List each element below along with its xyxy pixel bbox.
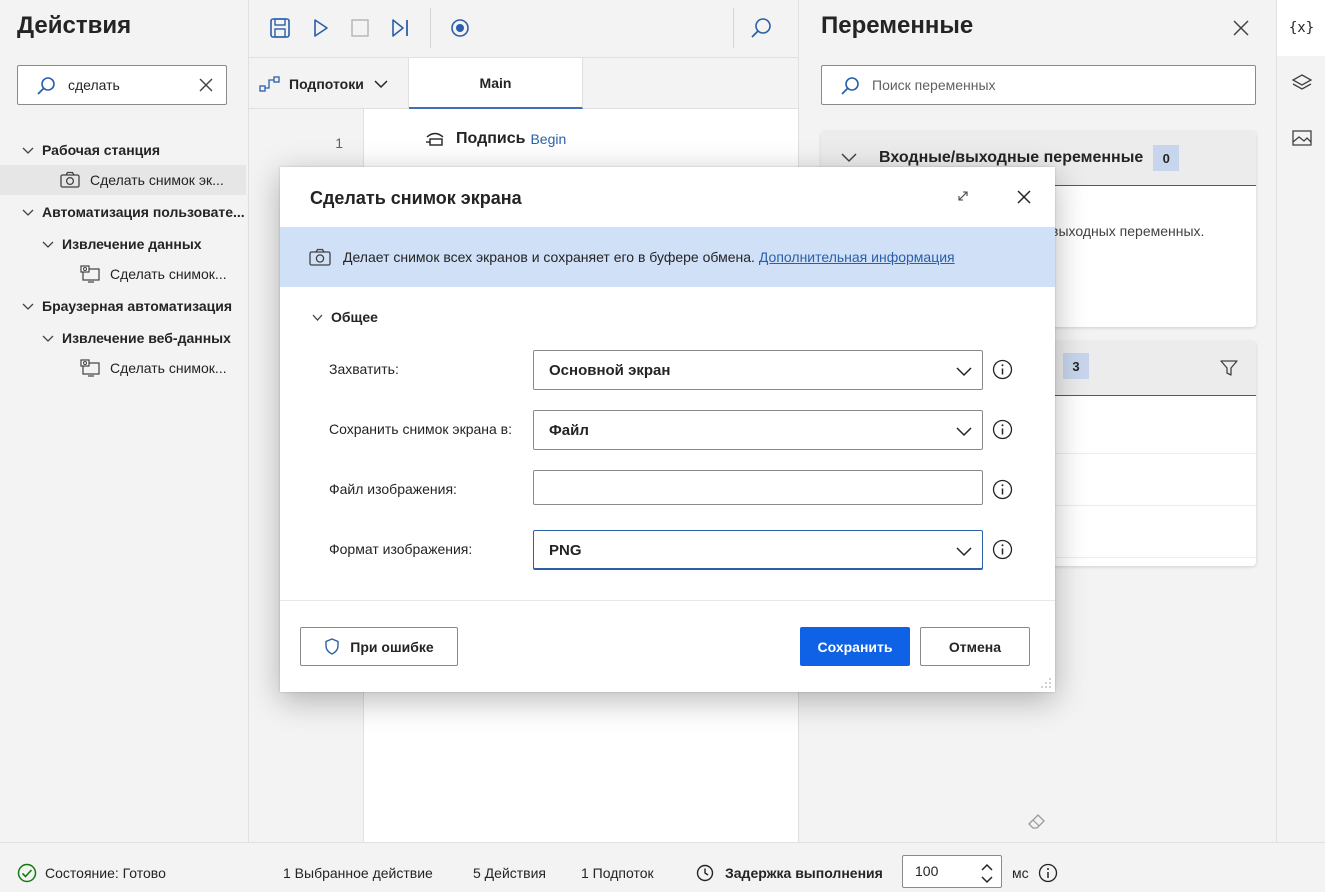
save-button[interactable]: Сохранить [800,627,910,666]
more-info-link[interactable]: Дополнительная информация [759,249,955,265]
take-screenshot-dialog: Сделать снимок экрана Делает снимок всех… [280,167,1055,692]
chevron-down-icon [312,314,323,321]
dialog-info-text: Делает снимок всех экранов и сохраняет е… [343,249,755,265]
on-error-label: При ошибке [350,638,434,655]
resize-grip-icon[interactable] [1040,677,1052,689]
image-file-input[interactable] [533,470,983,505]
capture-label: Захватить: [329,361,399,377]
image-format-dropdown[interactable]: PNG [533,530,983,570]
camera-icon [309,248,331,266]
dialog-info-banner: Делает снимок всех экранов и сохраняет е… [280,227,1055,287]
info-icon[interactable] [992,359,1013,380]
shield-icon [325,638,339,655]
image-format-value: PNG [549,542,582,559]
chevron-down-icon [956,547,972,557]
capture-dropdown[interactable]: Основной экран [533,350,983,390]
save-to-label: Сохранить снимок экрана в: [329,421,513,437]
info-icon[interactable] [992,539,1013,560]
image-format-label: Формат изображения: [329,541,473,557]
save-to-dropdown[interactable]: Файл [533,410,983,450]
image-file-label: Файл изображения: [329,481,457,497]
cancel-button[interactable]: Отмена [920,627,1030,666]
chevron-down-icon [956,367,972,377]
capture-value: Основной экран [549,362,671,379]
dialog-footer-divider [280,600,1055,601]
save-to-value: Файл [549,422,589,439]
on-error-button[interactable]: При ошибке [300,627,458,666]
section-general-title: Общее [331,309,378,325]
info-icon[interactable] [992,419,1013,440]
chevron-down-icon [956,427,972,437]
expand-icon[interactable] [955,188,971,204]
dialog-title: Сделать снимок экрана [310,188,522,208]
info-icon[interactable] [992,479,1013,500]
section-general-header[interactable]: Общее [312,309,378,325]
close-icon[interactable] [1016,189,1032,205]
